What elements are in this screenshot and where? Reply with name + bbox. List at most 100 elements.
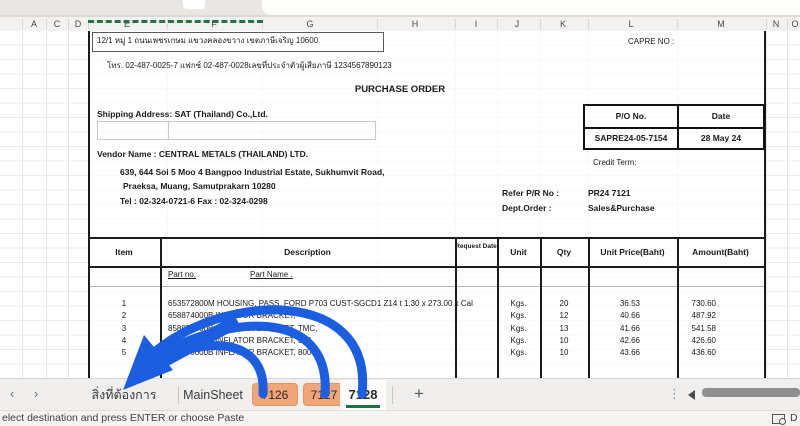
po-no-value: SAPRE24-05-7154 — [585, 128, 677, 148]
column-header-L[interactable]: L — [628, 19, 633, 29]
refer-pr-value: PR24 7121 — [588, 188, 631, 198]
column-separator — [766, 19, 767, 29]
vertical-gridline — [22, 31, 23, 378]
column-separator — [68, 19, 69, 29]
column-separator — [497, 19, 498, 29]
table-top-border — [88, 237, 766, 239]
copy-marquee — [88, 20, 263, 23]
row-unit_price: 40.66 — [588, 311, 640, 321]
row-unit: Kgs. — [497, 311, 540, 321]
table-headerrow-border — [88, 266, 766, 268]
vendor-name: Vendor Name : CENTRAL METALS (THAILAND) … — [97, 149, 308, 159]
horizontal-scrollbar[interactable] — [702, 388, 800, 397]
date-value: 28 May 24 — [679, 128, 763, 148]
sheet-tab-thai[interactable]: สิ่งที่ต้องการ — [74, 379, 174, 411]
sheet-tab-7127[interactable]: 7127 — [303, 383, 345, 406]
active-tab-underline — [346, 405, 380, 408]
tab-divider-2 — [392, 386, 393, 404]
col-qty: Qty — [540, 247, 588, 257]
dept-order-label: Dept.Order : — [502, 203, 552, 213]
ribbon-pill — [183, 0, 205, 9]
excel-window: ACDEFGHIJKLMNO 12/1 หมู่ 1 ถนนเพชรเกษม แ… — [0, 0, 800, 426]
tbl-v8 — [764, 237, 766, 378]
column-separator — [540, 19, 541, 29]
row-description: 858874000B INFLATOR BRACKET, TMC, — [168, 324, 317, 334]
column-separator — [377, 19, 378, 29]
row-item: 3 — [88, 324, 160, 334]
row-unit_price: 43.66 — [588, 348, 640, 358]
vendor-tel: Tel : 02-324-0721-6 Fax : 02-324-0298 — [120, 196, 268, 206]
display-settings-label: D — [790, 411, 798, 426]
subheader-part-name: Part Name . — [250, 270, 293, 280]
column-header-A[interactable]: A — [31, 19, 37, 29]
column-header-G[interactable]: G — [306, 19, 313, 29]
tab-nav-left-button[interactable]: ‹ — [10, 379, 14, 411]
empty-cell-2 — [167, 121, 376, 140]
tab-options-dots[interactable]: ⋮ — [668, 379, 681, 411]
row-item: 4 — [88, 336, 160, 346]
row-qty: 12 — [540, 311, 588, 321]
column-separator — [677, 19, 678, 29]
address-line1: 12/1 หมู่ 1 ถนนเพชรเกษม แขวงคลองขวาง เขต… — [97, 36, 318, 46]
credit-term-label: Credit Term: — [593, 158, 636, 168]
row-item: 2 — [88, 311, 160, 321]
row-description: 858877000B INFLATOR BRACKET, 354 — [168, 336, 311, 346]
row-amount: 730.60 — [677, 299, 716, 309]
column-header-I[interactable]: I — [475, 19, 478, 29]
column-header-N[interactable]: N — [773, 19, 780, 29]
column-separator — [787, 19, 788, 29]
column-header-O[interactable]: O — [791, 19, 798, 29]
column-header-M[interactable]: M — [717, 19, 725, 29]
tab-nav-right-button[interactable]: › — [34, 379, 38, 411]
status-bar: elect destination and press ENTER or cho… — [0, 410, 800, 426]
row-unit_price: 41.66 — [588, 324, 640, 334]
row-unit: Kgs. — [497, 348, 540, 358]
date-label: Date — [679, 106, 763, 126]
col-description: Description — [160, 247, 455, 257]
ribbon-panel — [262, 0, 800, 15]
row-unit: Kgs. — [497, 336, 540, 346]
shipping-address: Shipping Address: SAT (Thailand) Co.,Ltd… — [97, 109, 268, 119]
row-description: 658874000B INFLATOR BRACKET, — [168, 311, 296, 321]
subheader-part-no: Part no. — [168, 270, 196, 280]
add-sheet-button[interactable]: + — [414, 379, 424, 411]
po-no-label: P/O No. — [585, 106, 677, 126]
dept-order-value: Sales&Purchase — [588, 203, 655, 213]
vertical-gridline — [68, 31, 69, 378]
po-number-table: P/O No. Date SAPRE24-05-7154 28 May 24 — [583, 104, 765, 150]
column-header-K[interactable]: K — [560, 19, 566, 29]
col-request-date: Request Date — [455, 243, 497, 251]
column-header-C[interactable]: C — [54, 19, 61, 29]
vendor-addr1: 639, 644 Soi 5 Moo 4 Bangpoo Industrial … — [120, 167, 385, 177]
row-unit: Kgs. — [497, 324, 540, 334]
status-message: elect destination and press ENTER or cho… — [2, 411, 244, 426]
vertical-gridline — [787, 31, 788, 378]
column-header-J[interactable]: J — [515, 19, 520, 29]
hscroll-left-arrow-icon[interactable] — [688, 390, 695, 400]
sheet-tab-7126[interactable]: 7126 — [252, 383, 298, 406]
column-header-H[interactable]: H — [412, 19, 419, 29]
table-subheader-border — [88, 286, 766, 287]
empty-cell-1 — [97, 121, 169, 140]
row-item: 5 — [88, 348, 160, 358]
tbl-v2 — [160, 237, 162, 378]
row-unit_price: 42.66 — [588, 336, 640, 346]
row-amount: 436.60 — [677, 348, 716, 358]
column-separator — [46, 19, 47, 29]
row-unit_price: 36.53 — [588, 299, 640, 309]
sheet-tab-mainsheet[interactable]: MainSheet — [182, 379, 244, 411]
capre-no-label: CAPRE NO : — [628, 37, 674, 47]
refer-pr-label: Refer P/R No : — [502, 188, 559, 198]
row-item: 1 — [88, 299, 160, 309]
row-description: 858890000B INFLATOR BRACKET, 8008 — [168, 348, 316, 358]
col-amount: Amount(Baht) — [677, 247, 764, 257]
column-header-D[interactable]: D — [75, 19, 82, 29]
column-separator — [455, 19, 456, 29]
tab-divider-1 — [178, 386, 179, 404]
vertical-gridline — [766, 31, 767, 378]
row-amount: 487.92 — [677, 311, 716, 321]
row-amount: 541.58 — [677, 324, 716, 334]
row-unit: Kgs. — [497, 299, 540, 309]
col-unit-price: Unit Price(Baht) — [588, 247, 677, 257]
column-separator — [588, 19, 589, 29]
